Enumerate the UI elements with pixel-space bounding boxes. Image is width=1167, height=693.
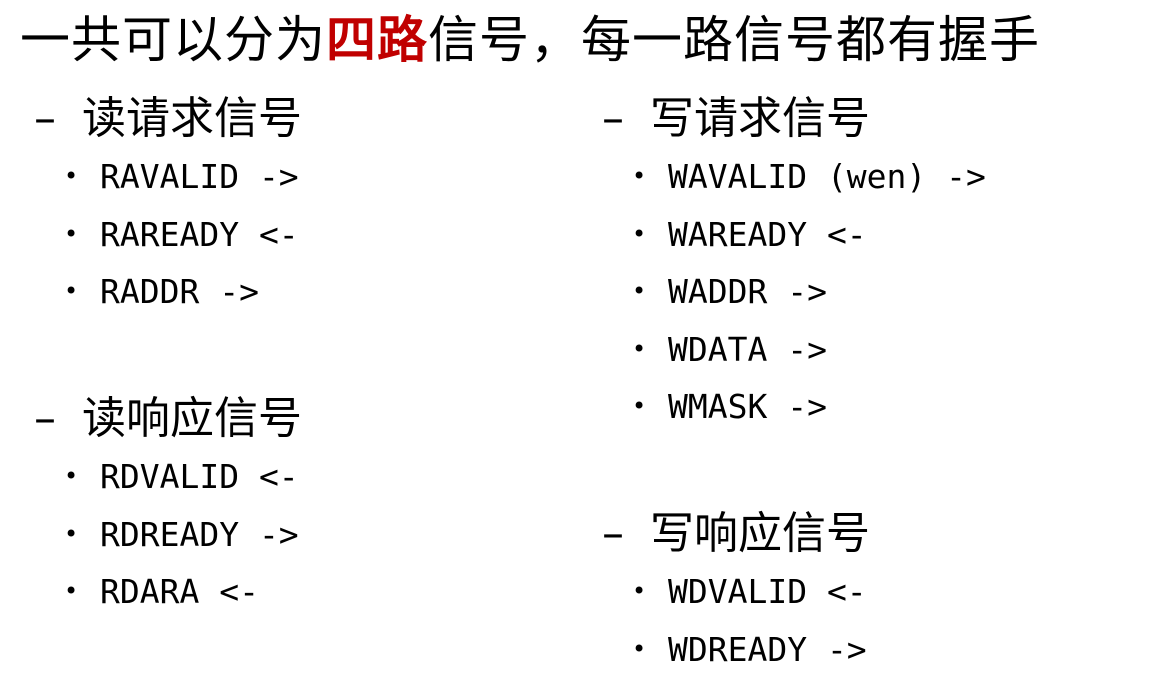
dash-marker: –	[34, 93, 56, 144]
write-response-section: – 写响应信号 • WDVALID <- • WDREADY ->	[602, 505, 870, 678]
list-item: • WMASK ->	[602, 378, 986, 436]
list-item: • RADDR ->	[34, 263, 302, 321]
dash-marker: –	[34, 393, 56, 444]
signal-label: RAVALID ->	[100, 157, 299, 196]
list-item: • RDVALID <-	[34, 448, 302, 506]
list-item: • WAVALID (wen) ->	[602, 148, 986, 206]
list-item: • RAREADY <-	[34, 206, 302, 264]
read-request-section: – 读请求信号 • RAVALID -> • RAREADY <- • RADDR ->	[34, 90, 302, 321]
bullet-icon: •	[632, 634, 647, 663]
signal-label: RADDR ->	[100, 272, 259, 311]
list-item: • WADDR ->	[602, 263, 986, 321]
list-item: • WDATA ->	[602, 321, 986, 379]
bullet-icon: •	[64, 462, 79, 490]
bullet-icon: •	[632, 392, 647, 420]
bullet-icon: •	[632, 577, 647, 605]
dash-marker: –	[602, 93, 624, 144]
write-request-section: – 写请求信号 • WAVALID (wen) -> • WAREADY <- • WA…	[602, 90, 986, 436]
read-request-heading: – 读请求信号	[34, 90, 302, 148]
signal-label: RDREADY ->	[100, 514, 299, 554]
list-item: • WDVALID <-	[602, 563, 870, 621]
bullet-icon: •	[64, 519, 79, 548]
bullet-icon: •	[64, 277, 79, 305]
headline-suffix: 信号，每一路信号都有握手	[428, 11, 1040, 69]
list-item: • RDARA <-	[34, 563, 302, 621]
signal-label: RDVALID <-	[100, 457, 299, 496]
signal-label: RDARA <-	[100, 572, 259, 611]
headline-prefix: 一共可以分为	[20, 11, 326, 69]
write-request-heading: – 写请求信号	[602, 90, 986, 148]
write-response-heading: – 写响应信号	[602, 505, 870, 563]
read-request-list: • RAVALID -> • RAREADY <- • RADDR ->	[34, 148, 302, 321]
list-item: • RAVALID ->	[34, 148, 302, 206]
read-response-list: • RDVALID <- • RDREADY -> • RDARA <-	[34, 448, 302, 621]
read-response-heading: – 读响应信号	[34, 390, 302, 448]
write-response-title: 写响应信号	[650, 508, 870, 559]
write-response-list: • WDVALID <- • WDREADY ->	[602, 563, 870, 678]
headline-highlight: 四路	[326, 11, 428, 69]
signal-label: WADDR ->	[668, 272, 827, 311]
signal-label: RAREADY <-	[100, 214, 299, 254]
write-request-list: • WAVALID (wen) -> • WAREADY <- • WADDR -> …	[602, 148, 986, 436]
bullet-icon: •	[632, 277, 647, 305]
signal-label: WDVALID <-	[668, 572, 867, 611]
signal-label: WAREADY <-	[668, 214, 867, 254]
read-response-section: – 读响应信号 • RDVALID <- • RDREADY -> • RDARA <-	[34, 390, 302, 621]
signal-label: WDREADY ->	[668, 629, 867, 669]
read-request-title: 读请求信号	[82, 93, 302, 144]
bullet-icon: •	[64, 162, 79, 190]
write-request-title: 写请求信号	[650, 93, 870, 144]
list-item: • WDREADY ->	[602, 621, 870, 679]
read-response-title: 读响应信号	[82, 393, 302, 444]
dash-marker: –	[602, 508, 624, 559]
list-item: • RDREADY ->	[34, 506, 302, 564]
signal-label: WMASK ->	[668, 387, 827, 426]
list-item: • WAREADY <-	[602, 206, 986, 264]
bullet-icon: •	[632, 334, 647, 363]
bullet-icon: •	[64, 577, 79, 605]
bullet-icon: •	[632, 219, 647, 248]
slide-headline: 一共可以分为四路信号，每一路信号都有握手	[20, 8, 1040, 72]
bullet-icon: •	[632, 162, 647, 190]
signal-label: WAVALID (wen) ->	[668, 157, 986, 196]
bullet-icon: •	[64, 219, 79, 248]
signal-label: WDATA ->	[668, 329, 827, 369]
